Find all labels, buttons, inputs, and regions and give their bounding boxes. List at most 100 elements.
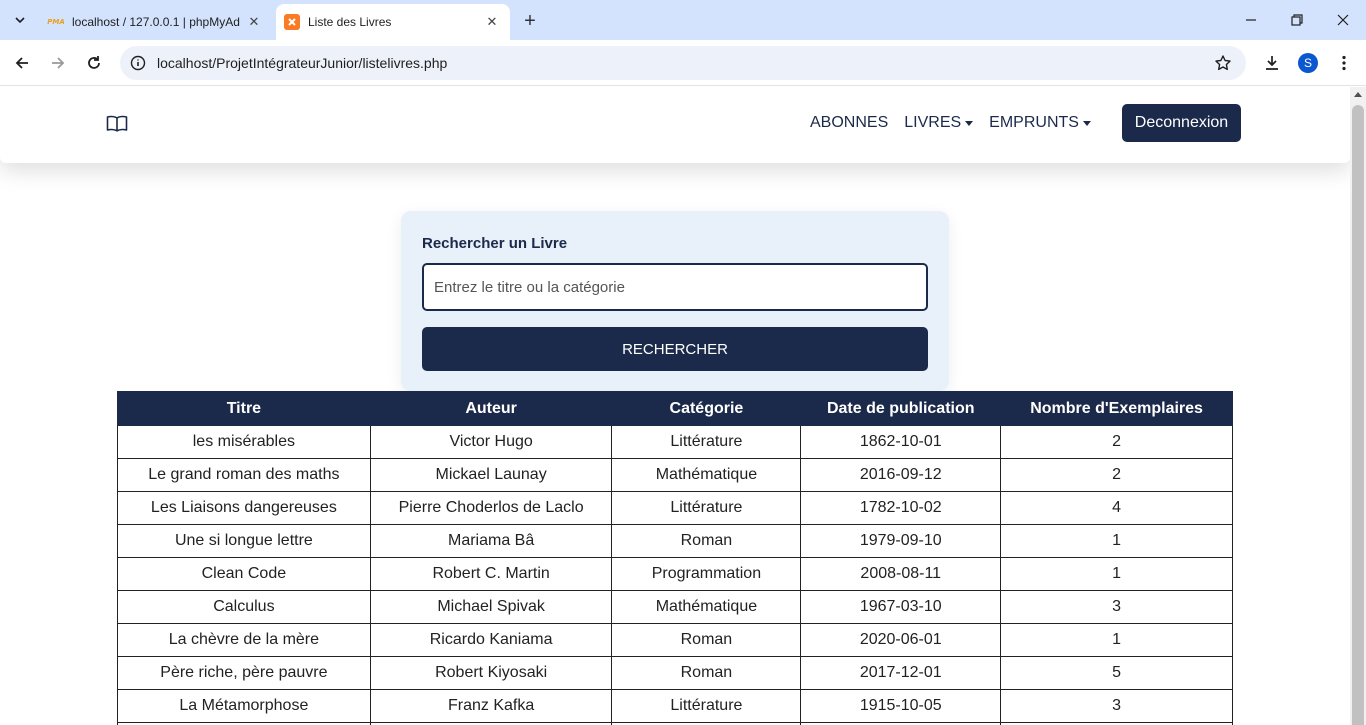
cell-date: 2008-08-11 xyxy=(800,557,1002,591)
browser-menu-button[interactable] xyxy=(1329,48,1359,78)
cell-auteur: Mariama Bâ xyxy=(369,524,613,558)
cell-categorie: Roman xyxy=(611,623,802,657)
tab-search-button[interactable] xyxy=(6,7,34,33)
column-header-categorie: Catégorie xyxy=(611,391,802,426)
cell-auteur: Pierre Choderlos de Laclo xyxy=(369,491,613,525)
browser-tab-bar: PMA localhost / 127.0.0.1 | phpMyAd ✕ Li… xyxy=(0,0,1366,40)
nav-link-abonnes[interactable]: ABONNES xyxy=(810,114,888,132)
page-scrollbar[interactable] xyxy=(1350,87,1366,725)
cell-exemplaires: 2 xyxy=(1000,425,1233,459)
downloads-button[interactable] xyxy=(1257,48,1287,78)
cell-exemplaires: 3 xyxy=(1000,590,1233,624)
books-table: Titre Auteur Catégorie Date de publicati… xyxy=(117,391,1233,725)
table-row: Père riche, père pauvre Robert Kiyosaki Ro… xyxy=(117,656,1233,690)
address-bar[interactable]: localhost/ProjetIntégrateurJunior/listel… xyxy=(120,46,1246,80)
cell-date: 1862-10-01 xyxy=(800,425,1002,459)
search-label: Rechercher un Livre xyxy=(422,235,568,252)
scrollbar-thumb[interactable] xyxy=(1352,105,1364,725)
cell-auteur: Michael Spivak xyxy=(369,590,613,624)
reload-button[interactable] xyxy=(78,47,110,79)
chevron-down-icon xyxy=(15,17,25,24)
arrow-right-icon xyxy=(52,57,65,69)
table-row: Le grand roman des maths Mickael Launay Ma… xyxy=(117,458,1233,492)
tab-phpmyadmin[interactable]: PMA localhost / 127.0.0.1 | phpMyAd ✕ xyxy=(40,4,272,40)
nav-links: ABONNES LIVRES EMPRUNTS xyxy=(810,114,1107,132)
arrow-left-icon xyxy=(15,57,28,69)
search-card: Rechercher un Livre RECHERCHER xyxy=(401,211,949,391)
cell-categorie: Roman xyxy=(611,524,802,558)
site-navbar: ABONNES LIVRES EMPRUNTS Deconnexion xyxy=(0,87,1350,163)
table-row: Calculus Michael Spivak Mathématique 1967-0… xyxy=(117,590,1233,624)
cell-categorie: Littérature xyxy=(611,425,802,459)
book-icon[interactable] xyxy=(106,115,128,133)
table-row: Une si longue lettre Mariama Bâ Roman 1979-… xyxy=(117,524,1233,558)
cell-titre: Clean Code xyxy=(117,557,371,591)
table-row: La chèvre de la mère Ricardo Kaniama Roman… xyxy=(117,623,1233,657)
cell-exemplaires: 4 xyxy=(1000,491,1233,525)
cell-auteur: Franz Kafka xyxy=(369,689,613,723)
cell-titre: Le grand roman des maths xyxy=(117,458,371,492)
site-info-icon[interactable] xyxy=(130,55,146,71)
nav-link-label: LIVRES xyxy=(904,114,962,131)
cell-date: 2017-12-01 xyxy=(800,656,1002,690)
search-button[interactable]: RECHERCHER xyxy=(422,327,928,371)
table-header-row: Titre Auteur Catégorie Date de publicati… xyxy=(117,391,1233,426)
new-tab-button[interactable]: + xyxy=(518,9,542,33)
cell-titre: Les Liaisons dangereuses xyxy=(117,491,371,525)
more-vertical-icon xyxy=(1342,55,1346,71)
cell-date: 2020-06-01 xyxy=(800,623,1002,657)
cell-exemplaires: 5 xyxy=(1000,656,1233,690)
restore-window-icon[interactable] xyxy=(1274,0,1320,40)
cell-titre: Calculus xyxy=(117,590,371,624)
cell-exemplaires: 1 xyxy=(1000,557,1233,591)
tab-title: localhost / 127.0.0.1 | phpMyAd xyxy=(72,15,240,29)
avatar: S xyxy=(1298,53,1318,73)
phpmyadmin-icon: PMA xyxy=(47,18,65,26)
scroll-up-icon[interactable] xyxy=(1354,92,1362,97)
cell-titre: Une si longue lettre xyxy=(117,524,371,558)
bookmark-star-icon[interactable] xyxy=(1214,54,1232,72)
table-row: les misérables Victor Hugo Littérature 1862… xyxy=(117,425,1233,459)
cell-exemplaires: 1 xyxy=(1000,524,1233,558)
cell-exemplaires: 1 xyxy=(1000,623,1233,657)
cell-auteur: Robert Kiyosaki xyxy=(369,656,613,690)
nav-link-label: EMPRUNTS xyxy=(989,114,1079,131)
cell-auteur: Robert C. Martin xyxy=(369,557,613,591)
column-header-titre: Titre xyxy=(117,391,371,426)
search-input[interactable] xyxy=(422,263,928,311)
url-text: localhost/ProjetIntégrateurJunior/listel… xyxy=(157,55,448,71)
close-tab-icon[interactable]: ✕ xyxy=(482,12,502,32)
back-button[interactable] xyxy=(6,47,38,79)
cell-date: 2016-09-12 xyxy=(800,458,1002,492)
page-viewport: ABONNES LIVRES EMPRUNTS Deconnexion Rech… xyxy=(0,87,1350,725)
cell-auteur: Ricardo Kaniama xyxy=(369,623,613,657)
close-tab-icon[interactable]: ✕ xyxy=(244,12,264,32)
cell-exemplaires: 2 xyxy=(1000,458,1233,492)
browser-toolbar: localhost/ProjetIntégrateurJunior/listel… xyxy=(0,40,1366,86)
profile-button[interactable]: S xyxy=(1293,48,1323,78)
caret-down-icon xyxy=(1082,120,1091,126)
cell-categorie: Littérature xyxy=(611,689,802,723)
cell-categorie: Mathématique xyxy=(611,590,802,624)
tab-title: Liste des Livres xyxy=(308,15,392,29)
caret-down-icon xyxy=(965,120,974,126)
cell-date: 1782-10-02 xyxy=(800,491,1002,525)
download-icon xyxy=(1266,56,1278,70)
cell-categorie: Mathématique xyxy=(611,458,802,492)
logout-button[interactable]: Deconnexion xyxy=(1122,104,1241,142)
close-window-icon[interactable] xyxy=(1320,0,1366,40)
nav-dropdown-emprunts[interactable]: EMPRUNTS xyxy=(989,114,1091,132)
forward-button[interactable] xyxy=(42,47,74,79)
cell-titre: les misérables xyxy=(117,425,371,459)
cell-date: 1967-03-10 xyxy=(800,590,1002,624)
cell-titre: La chèvre de la mère xyxy=(117,623,371,657)
nav-dropdown-livres[interactable]: LIVRES xyxy=(904,114,974,132)
cell-date: 1915-10-05 xyxy=(800,689,1002,723)
column-header-date: Date de publication xyxy=(800,391,1002,426)
cell-exemplaires: 3 xyxy=(1000,689,1233,723)
column-header-exemplaires: Nombre d'Exemplaires xyxy=(1000,391,1233,426)
cell-categorie: Roman xyxy=(611,656,802,690)
minimize-window-icon[interactable] xyxy=(1228,0,1274,40)
cell-auteur: Mickael Launay xyxy=(369,458,613,492)
tab-liste-des-livres[interactable]: Liste des Livres ✕ xyxy=(276,4,510,40)
